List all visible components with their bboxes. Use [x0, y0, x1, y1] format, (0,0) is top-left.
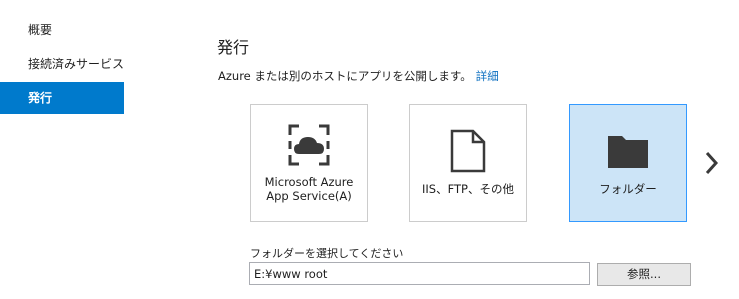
- description-text: Azure または別のホストにアプリを公開します。: [218, 69, 472, 83]
- target-tile-folder[interactable]: フォルダー: [569, 104, 687, 222]
- document-icon: [450, 129, 486, 173]
- browse-button[interactable]: 参照...: [597, 263, 691, 286]
- sidebar-item-connected-services[interactable]: 接続済みサービス: [0, 48, 124, 80]
- details-link[interactable]: 詳細: [476, 69, 499, 83]
- target-tile-azure[interactable]: Microsoft Azure App Service(A): [250, 104, 368, 222]
- tile-label-azure-line2: App Service(A): [266, 189, 352, 203]
- target-tile-iis-ftp[interactable]: IIS、FTP、その他: [409, 104, 527, 222]
- folder-icon: [608, 136, 648, 168]
- tile-label-iis-ftp: IIS、FTP、その他: [422, 182, 514, 196]
- sidebar-item-publish[interactable]: 発行: [0, 82, 124, 114]
- folder-path-input[interactable]: [249, 262, 590, 285]
- tile-label-azure-line1: Microsoft Azure: [264, 175, 354, 189]
- azure-cloud-icon: [288, 124, 330, 166]
- chevron-right-icon[interactable]: [702, 150, 722, 176]
- tile-label-folder: フォルダー: [599, 182, 657, 196]
- sidebar: 概要 接続済みサービス 発行: [0, 0, 124, 299]
- sidebar-item-overview[interactable]: 概要: [0, 14, 124, 46]
- page-description: Azure または別のホストにアプリを公開します。 詳細: [218, 68, 499, 84]
- folder-field-label: フォルダーを選択してください: [250, 247, 404, 260]
- page-title: 発行: [217, 38, 250, 57]
